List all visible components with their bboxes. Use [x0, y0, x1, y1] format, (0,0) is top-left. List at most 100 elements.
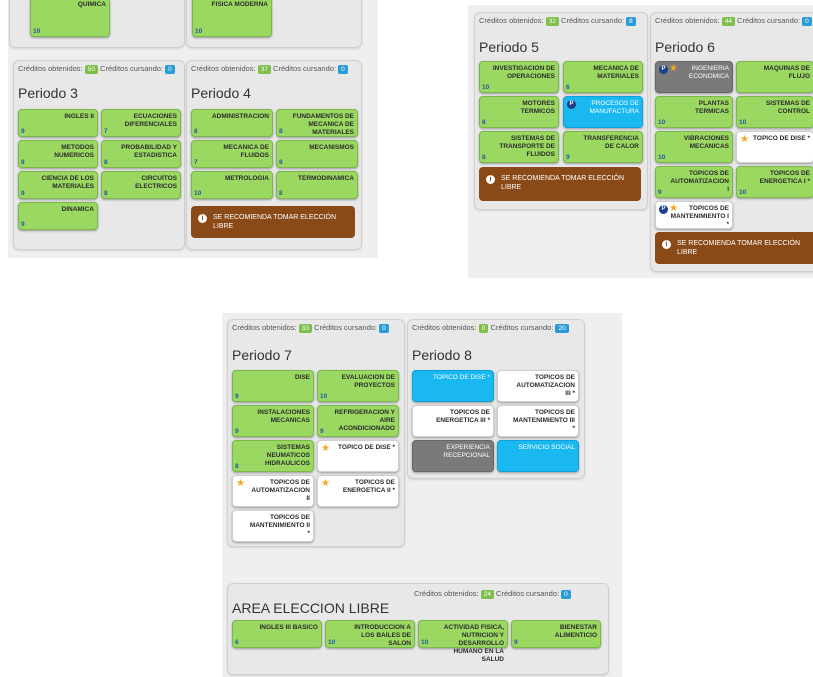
course-card[interactable]: CIENCIA DE LOS MATERIALES 9 — [18, 171, 98, 199]
course-name: TERMODINAMICA — [298, 175, 354, 182]
period-panel-prev-left: QUIMICA 10 — [9, 0, 185, 48]
course-name: PROCESOS DE MANUFACTURA — [589, 100, 639, 115]
course-card[interactable]: INSTALACIONES MECANICAS 9 — [232, 405, 314, 437]
course-credits: 8 — [104, 190, 108, 197]
course-card[interactable]: DISE 9 — [232, 370, 314, 402]
course-card[interactable]: ★ TOPICO DE DISE * — [736, 131, 813, 163]
course-card[interactable]: TOPICOS DE MANTENIMIENTO II * — [232, 510, 314, 542]
course-card[interactable]: P ★ TOPICOS DE MANTENIMIENTO I * — [655, 201, 733, 229]
course-credits: 10 — [421, 639, 429, 646]
course-card[interactable]: SISTEMAS DE TRANSPORTE DE FLUIDOS 8 — [479, 131, 559, 163]
period-title: Periodo 4 — [191, 85, 251, 101]
elective-recommendation-alert: i SE RECOMIENDA TOMAR ELECCIÓN LIBRE — [479, 167, 641, 201]
course-card[interactable]: ★ TOPICOS DE ENERGETICA II * — [317, 475, 399, 507]
course-name: TOPICOS DE MANTENIMIENTO I * — [670, 205, 729, 227]
credits-obtained-badge: 37 — [257, 65, 271, 74]
course-card[interactable]: QUIMICA 10 — [30, 0, 110, 37]
info-icon: i — [662, 240, 671, 249]
course-card[interactable]: TRANSFERENCIA DE CALOR 9 — [563, 131, 643, 163]
p-badge-icon: P — [659, 205, 668, 214]
course-credits: 10 — [320, 393, 328, 400]
course-card[interactable]: INTRODUCCION A LOS BAILES DE SALON 10 — [325, 620, 415, 648]
course-name: INGENIERIA ECONOMICA — [688, 65, 729, 80]
course-card[interactable]: VIBRACIONES MECANICAS 10 — [655, 131, 733, 163]
course-name: TRANSFERENCIA DE CALOR — [583, 135, 639, 150]
course-name: TOPICOS DE ENERGETICA I * — [759, 170, 810, 185]
course-card[interactable]: SISTEMAS NEUMATICOS HIDRAULICOS 8 — [232, 440, 314, 472]
course-name: MAQUINAS DE FLUJO — [763, 65, 810, 80]
credits-obtained-badge: 0 — [478, 324, 489, 333]
course-credits: 9 — [320, 428, 324, 435]
course-name: INTRODUCCION A LOS BAILES DE SALON — [354, 624, 411, 646]
course-name: QUIMICA — [77, 1, 106, 8]
period-panel-5: Créditos obtenidos: 32 Créditos cursando… — [474, 12, 648, 210]
course-card[interactable]: ADMINISTRACION 8 — [191, 109, 273, 137]
course-name: TOPICOS DE AUTOMATIZACION I — [670, 170, 729, 192]
course-card[interactable]: ★ TOPICOS DE AUTOMATIZACION II — [232, 475, 314, 507]
course-card[interactable]: INVESTIGACION DE OPERACIONES 10 — [479, 61, 559, 93]
course-card[interactable]: TOPICOS DE MANTENIMIENTO III * — [497, 405, 579, 437]
course-card[interactable]: FISICA MODERNA 10 — [192, 0, 272, 37]
text-label: SE RECOMIENDA TOMAR ELECCIÓN LIBRE — [213, 214, 337, 230]
credits-current-badge: 0 — [561, 590, 571, 599]
credits-current-badge: 8 — [626, 17, 636, 26]
course-card[interactable]: BIENESTAR ALIMENTICIO 9 — [511, 620, 601, 648]
course-card[interactable]: MAQUINAS DE FLUJO — [736, 61, 813, 93]
text-label: Créditos obtenidos: — [18, 64, 83, 73]
course-credits: 8 — [235, 463, 239, 470]
screenshot-bottom: Créditos obtenidos: 33 Créditos cursando… — [222, 313, 622, 677]
p-badge-icon: P — [567, 100, 576, 109]
course-card[interactable]: MECANICA DE FLUIDOS 7 — [191, 140, 273, 168]
credits-obtained-badge: 50 — [84, 65, 98, 74]
course-card[interactable]: INGLES II 9 — [18, 109, 98, 137]
period-title: Periodo 6 — [655, 39, 715, 55]
course-card[interactable]: TOPICOS DE ENERGETICA I * 10 — [736, 166, 813, 198]
course-credits: 10 — [739, 189, 747, 196]
course-name: TOPICOS DE ENERGETICA II * — [342, 479, 395, 494]
elective-recommendation-alert: i SE RECOMIENDA TOMAR ELECCIÓN LIBRE — [655, 232, 813, 264]
course-credits: 9 — [21, 128, 25, 135]
course-card[interactable]: TOPICOS DE ENERGETICA III * — [412, 405, 494, 437]
course-credits: 8 — [482, 154, 486, 161]
course-card[interactable]: P ★ INGENIERIA ECONOMICA — [655, 61, 733, 93]
credits-header: Créditos obtenidos: 44 Créditos cursando… — [655, 16, 813, 26]
course-card[interactable]: ACTIVIDAD FISICA, NUTRICION Y DESARROLLO… — [418, 620, 508, 663]
course-card[interactable]: TERMODINAMICA 8 — [276, 171, 358, 199]
course-credits: 9 — [514, 639, 518, 646]
course-card[interactable]: PLANTAS TERMICAS 10 — [655, 96, 733, 128]
course-card[interactable]: EVALUACION DE PROYECTOS 10 — [317, 370, 399, 402]
course-name: DISE — [294, 374, 310, 381]
course-card[interactable]: PROBABILIDAD Y ESTADISTICA 8 — [101, 140, 181, 168]
text-label: Créditos cursando: — [273, 64, 336, 73]
course-name: ACTIVIDAD FISICA, NUTRICION Y DESARROLLO… — [443, 624, 504, 663]
course-card[interactable]: INGLES III BASICO 6 — [232, 620, 322, 648]
course-card[interactable]: SERVICIO SOCIAL — [497, 440, 579, 472]
course-card[interactable]: P PROCESOS DE MANUFACTURA — [563, 96, 643, 128]
course-card[interactable]: MECANICA DE MATERIALES 6 — [563, 61, 643, 93]
course-card[interactable]: MECANISMOS 8 — [276, 140, 358, 168]
course-name: INSTALACIONES MECANICAS — [257, 409, 310, 424]
course-card[interactable]: REFRIGERACION Y AIRE ACONDICIONADO 9 — [317, 405, 399, 437]
course-name: METROLOGIA — [224, 175, 269, 182]
course-card[interactable]: MOTORES TERMICOS 8 — [479, 96, 559, 128]
elective-recommendation-alert: i SE RECOMIENDA TOMAR ELECCIÓN LIBRE — [191, 206, 355, 238]
star-icon: ★ — [740, 134, 749, 145]
course-card[interactable]: METROLOGIA 10 — [191, 171, 273, 199]
course-credits: 8 — [279, 190, 283, 197]
star-icon: ★ — [236, 478, 245, 489]
course-name: METODOS NUMERICOS — [54, 144, 94, 159]
course-card[interactable]: DINAMICA 9 — [18, 202, 98, 230]
course-card[interactable]: METODOS NUMERICOS 8 — [18, 140, 98, 168]
course-card[interactable]: CIRCUITOS ELECTRICOS 8 — [101, 171, 181, 199]
course-name: EVALUACION DE PROYECTOS — [341, 374, 395, 389]
course-card[interactable]: ★ TOPICO DE DISE * — [317, 440, 399, 472]
course-card[interactable]: ECUACIONES DIFERENCIALES 7 — [101, 109, 181, 137]
credits-obtained-badge: 24 — [480, 590, 494, 599]
course-card[interactable]: FUNDAMENTOS DE MECANICA DE MATERIALES 8 — [276, 109, 358, 137]
course-card[interactable]: SISTEMAS DE CONTROL 10 — [736, 96, 813, 128]
course-card[interactable]: TOPICOS DE AUTOMATIZACION III * — [497, 370, 579, 402]
course-card[interactable]: TOPICOS DE AUTOMATIZACION I 9 — [655, 166, 733, 198]
course-card[interactable]: EXPERIENCIA RECEPCIONAL — [412, 440, 494, 472]
course-card[interactable]: TOPICO DE DISE * — [412, 370, 494, 402]
course-name: ECUACIONES DIFERENCIALES — [124, 113, 177, 128]
